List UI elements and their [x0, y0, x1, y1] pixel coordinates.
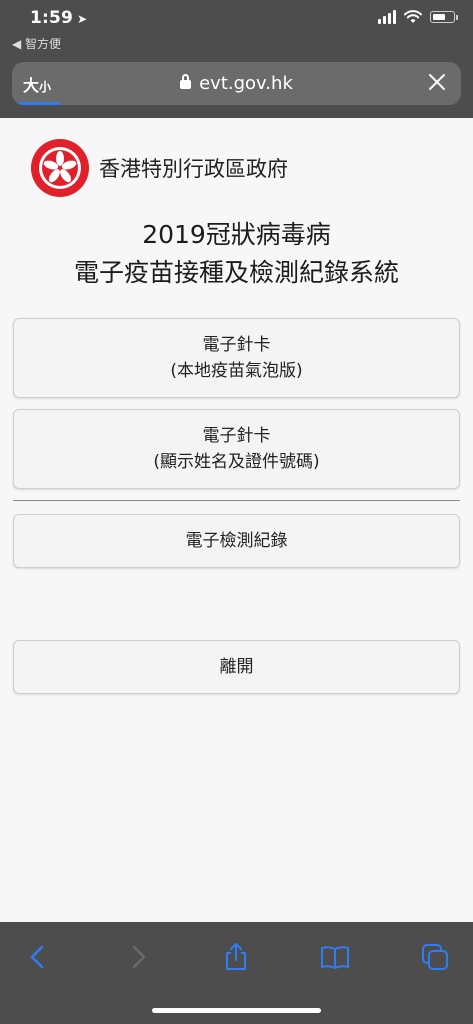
- page-load-progress: [12, 102, 60, 105]
- button-label-line1: 電子針卡: [202, 335, 271, 355]
- page-title-line2: 電子疫苗接種及檢測紀錄系統: [73, 258, 399, 287]
- tabs-icon[interactable]: [420, 942, 450, 972]
- button-label-line1: 電子針卡: [202, 426, 271, 446]
- button-label-line2: (顯示姓名及證件號碼): [153, 452, 320, 472]
- page-title: 2019冠狀病毒病 電子疫苗接種及檢測紀錄系統: [0, 216, 473, 292]
- gov-header: 香港特別行政區政府: [30, 138, 288, 198]
- bookmarks-icon[interactable]: [320, 942, 350, 972]
- page-title-line1: 2019冠狀病毒病: [142, 220, 331, 249]
- back-icon[interactable]: [23, 942, 53, 972]
- back-to-app-link[interactable]: ◀ 智方便: [12, 35, 61, 52]
- gov-name: 香港特別行政區政府: [99, 157, 288, 181]
- browser-toolbar: [0, 922, 473, 1024]
- section-divider: [13, 500, 460, 501]
- address-bar[interactable]: 大小 evt.gov.hk: [12, 62, 461, 105]
- status-time-text: 1:59: [30, 8, 74, 28]
- ecard-show-name-id-button[interactable]: 電子針卡 (顯示姓名及證件號碼): [13, 409, 460, 489]
- wifi-icon: [404, 10, 422, 23]
- lock-icon: [180, 74, 192, 89]
- share-icon[interactable]: [221, 942, 251, 972]
- button-label-line2: (本地疫苗氣泡版): [170, 361, 303, 381]
- page-content: 香港特別行政區政府 2019冠狀病毒病 電子疫苗接種及檢測紀錄系統 電子針卡 (…: [0, 118, 473, 922]
- home-indicator[interactable]: [152, 1008, 321, 1013]
- exit-button[interactable]: 離開: [13, 640, 460, 694]
- ecard-local-bubble-button[interactable]: 電子針卡 (本地疫苗氣泡版): [13, 318, 460, 398]
- status-indicators: [378, 10, 458, 24]
- close-icon[interactable]: [426, 71, 448, 93]
- url-display[interactable]: evt.gov.hk: [12, 73, 461, 94]
- forward-icon[interactable]: [123, 942, 153, 972]
- cellular-signal-icon: [378, 10, 396, 24]
- url-text: evt.gov.hk: [199, 73, 293, 94]
- button-label: 電子檢測紀錄: [185, 531, 288, 551]
- button-label: 離開: [219, 657, 254, 677]
- status-time: 1:59 ➤: [30, 8, 87, 28]
- browser-chrome-top: 1:59 ➤ ◀ 智方便 大小 evt.gov.hk: [0, 0, 473, 118]
- location-arrow-icon: ➤: [77, 12, 88, 26]
- battery-icon: [430, 11, 458, 23]
- test-record-button[interactable]: 電子檢測紀錄: [13, 514, 460, 568]
- hksar-emblem-icon: [31, 139, 89, 197]
